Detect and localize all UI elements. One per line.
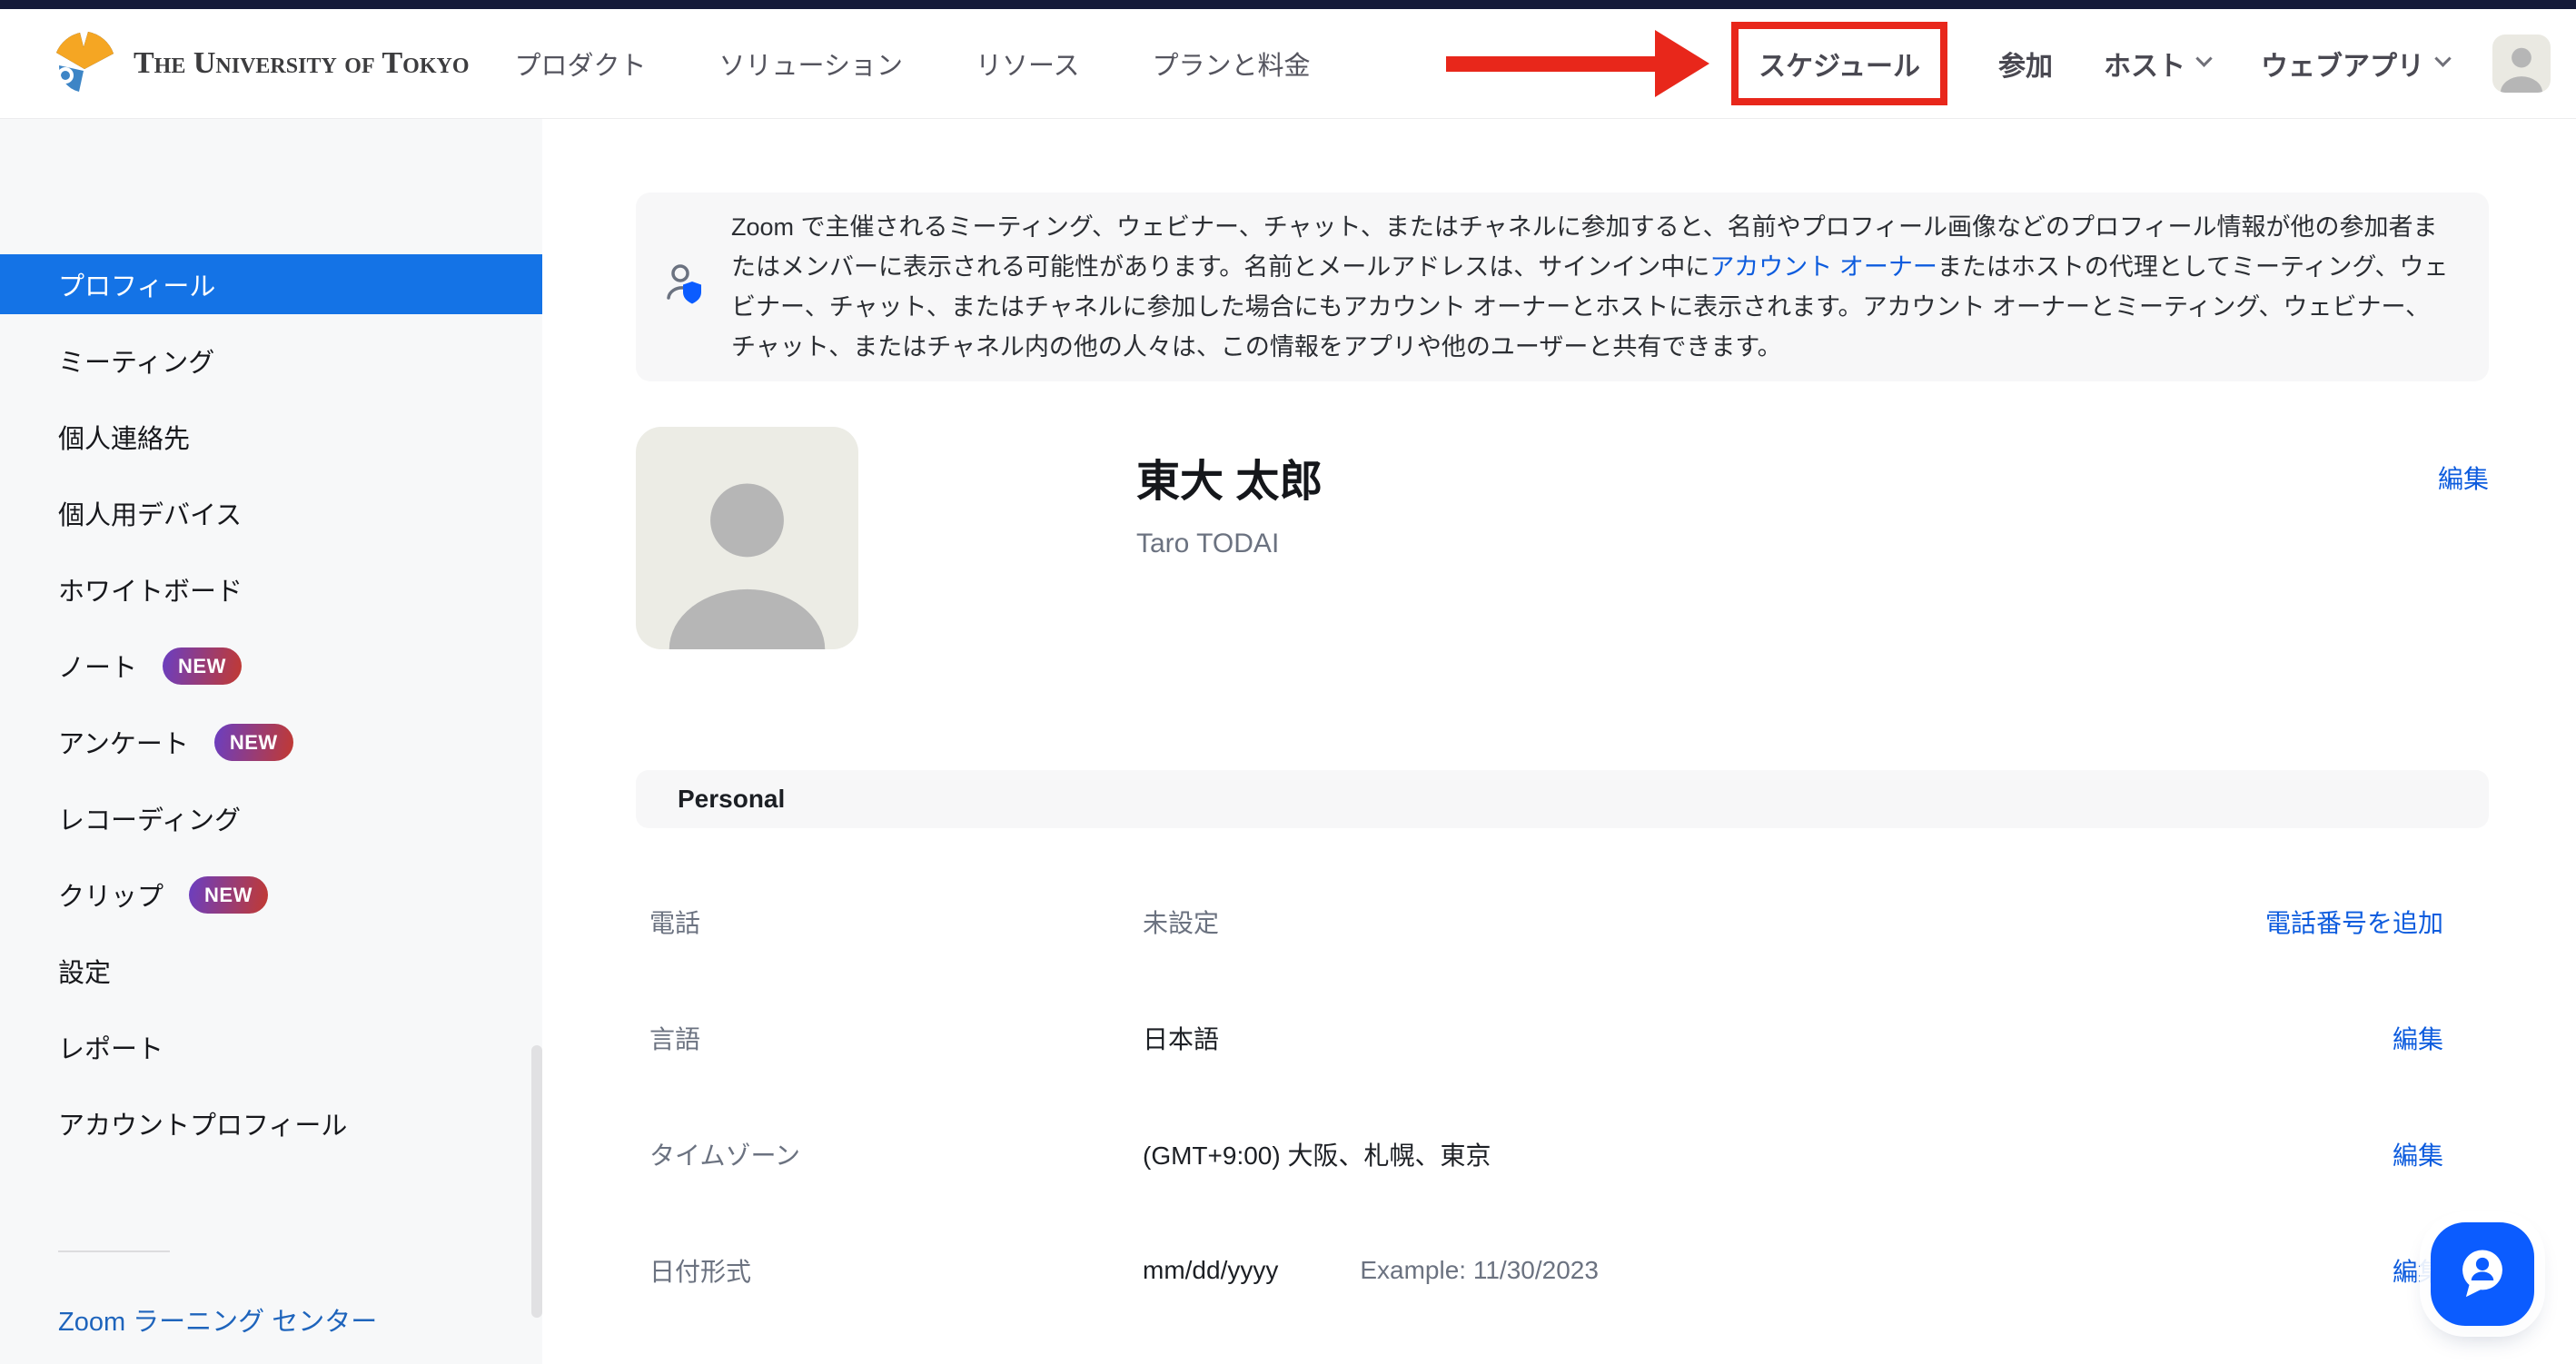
profile-summary: 東大 太郎 Taro TODAI 編集 — [636, 427, 2489, 649]
support-chat-icon — [2454, 1244, 2511, 1305]
section-title: Personal — [678, 785, 785, 814]
latin-name: Taro TODAI — [1136, 529, 1323, 559]
nav-resources[interactable]: リソース — [976, 44, 1080, 83]
annotation-arrow — [1446, 30, 1709, 97]
zoom-web-portal: The University of Tokyo プロダクト ソリューション リソ… — [0, 0, 2576, 1364]
sidebar-link-learning-center[interactable]: Zoom ラーニング センター — [0, 1285, 542, 1354]
sidebar-divider — [58, 1250, 170, 1252]
row-value: 未設定 — [1143, 904, 1219, 940]
header: The University of Tokyo プロダクト ソリューション リソ… — [0, 9, 2576, 119]
display-name: 東大 太郎 — [1136, 445, 1323, 509]
new-badge: NEW — [163, 647, 242, 685]
privacy-notice: Zoom で主催されるミーティング、ウェビナー、チャット、またはチャネルに参加す… — [636, 193, 2489, 381]
row-phone: 電話 未設定 電話番号を追加 — [636, 864, 2489, 980]
edit-timezone-link[interactable]: 編集 — [2393, 1136, 2443, 1172]
avatar-placeholder-icon — [2492, 35, 2551, 93]
sidebar-item-clips[interactable]: クリップ NEW — [0, 856, 542, 933]
sidebar: プロフィール ミーティング 個人連絡先 個人用デバイス ホワイトボード ノート … — [0, 119, 542, 1364]
row-label: 電話 — [636, 904, 1143, 940]
chevron-down-icon — [2195, 50, 2212, 66]
top-navy-strip — [0, 0, 2576, 9]
personal-rows: 電話 未設定 電話番号を追加 言語 日本語 編集 タイムゾーン (GMT+9:0… — [636, 828, 2489, 1329]
row-value: (GMT+9:00) 大阪、札幌、東京 — [1143, 1136, 1491, 1172]
main-content: Zoom で主催されるミーティング、ウェビナー、チャット、またはチャネルに参加す… — [542, 119, 2576, 1364]
sidebar-item-recordings[interactable]: レコーディング — [0, 780, 542, 856]
chevron-down-icon — [2434, 50, 2451, 66]
sidebar-item-devices[interactable]: 個人用デバイス — [0, 475, 542, 551]
nav-host[interactable]: ホスト — [2104, 44, 2210, 84]
edit-name-link[interactable]: 編集 — [2438, 460, 2489, 496]
sidebar-item-profile[interactable]: プロフィール — [0, 254, 542, 314]
row-label: 日付形式 — [636, 1252, 1143, 1289]
logo-text: The University of Tokyo — [134, 46, 470, 81]
privacy-person-shield-icon — [660, 262, 708, 313]
personal-section-header: Personal — [636, 770, 2489, 828]
sidebar-scrollbar[interactable] — [531, 1045, 542, 1318]
nav-join[interactable]: 参加 — [1998, 44, 2053, 84]
university-logo[interactable]: The University of Tokyo — [50, 27, 470, 101]
row-date-format: 日付形式 mm/dd/yyyy Example: 11/30/2023 編集 — [636, 1212, 2489, 1329]
marketing-nav: プロダクト ソリューション リソース プランと料金 — [515, 44, 1311, 83]
avatar-placeholder-icon — [636, 427, 858, 649]
new-badge: NEW — [214, 724, 293, 761]
sidebar-item-whiteboard[interactable]: ホワイトボード — [0, 551, 542, 628]
nav-schedule[interactable]: スケジュール — [1759, 44, 1920, 84]
sidebar-item-surveys[interactable]: アンケート NEW — [0, 704, 542, 780]
nav-products[interactable]: プロダクト — [515, 44, 647, 83]
nav-webapp[interactable]: ウェブアプリ — [2261, 44, 2449, 84]
nav-solutions[interactable]: ソリューション — [719, 44, 903, 83]
sidebar-item-contacts[interactable]: 個人連絡先 — [0, 399, 542, 475]
nav-plans-pricing[interactable]: プランと料金 — [1153, 44, 1311, 83]
sidebar-item-account-profile[interactable]: アカウントプロフィール — [0, 1085, 542, 1161]
row-value: mm/dd/yyyy — [1143, 1256, 1278, 1285]
portal-nav: スケジュール 参加 ホスト ウェブアプリ — [1446, 22, 2551, 105]
ginkgo-leaf-icon — [50, 27, 119, 101]
edit-language-link[interactable]: 編集 — [2393, 1020, 2443, 1056]
row-timezone: タイムゾーン (GMT+9:00) 大阪、札幌、東京 編集 — [636, 1096, 2489, 1212]
date-format-example: Example: 11/30/2023 — [1360, 1256, 1599, 1285]
new-badge: NEW — [189, 876, 268, 914]
add-phone-link[interactable]: 電話番号を追加 — [2265, 904, 2443, 940]
profile-avatar[interactable] — [636, 427, 858, 649]
support-chat-button[interactable] — [2431, 1222, 2534, 1326]
privacy-notice-text: Zoom で主催されるミーティング、ウェビナー、チャット、またはチャネルに参加す… — [731, 207, 2452, 367]
sidebar-item-notes[interactable]: ノート NEW — [0, 628, 542, 704]
row-value: 日本語 — [1143, 1020, 1219, 1056]
account-owner-link[interactable]: アカウント オーナー — [1709, 253, 1937, 281]
sidebar-item-settings[interactable]: 設定 — [0, 933, 542, 1009]
annotation-highlight-box: スケジュール — [1731, 22, 1947, 105]
row-label: タイムゾーン — [636, 1136, 1143, 1172]
row-label: 言語 — [636, 1020, 1143, 1056]
sidebar-item-meetings[interactable]: ミーティング — [0, 322, 542, 399]
user-avatar[interactable] — [2492, 35, 2551, 93]
sidebar-link-video-tutorials[interactable]: ビデオチュートリアル — [0, 1354, 542, 1364]
sidebar-item-reports[interactable]: レポート — [0, 1009, 542, 1085]
row-language: 言語 日本語 編集 — [636, 980, 2489, 1096]
